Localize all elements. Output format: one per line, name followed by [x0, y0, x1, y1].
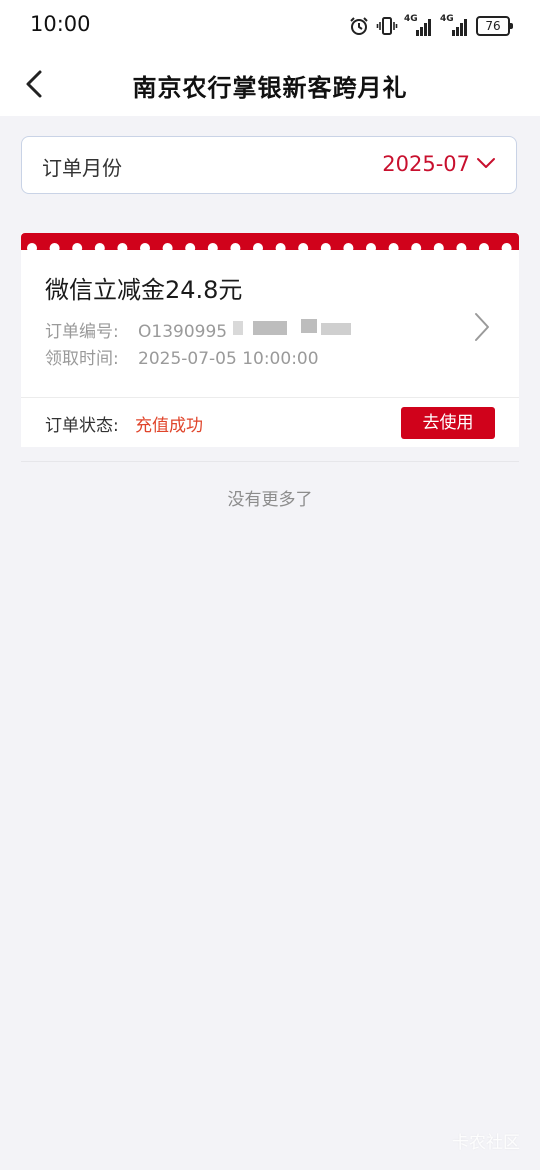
chevron-right-icon[interactable]	[473, 312, 491, 342]
redaction-mark	[321, 323, 351, 335]
battery-indicator: 76	[476, 16, 513, 36]
order-card[interactable]: 微信立减金24.8元 订单编号: O1390995 领取时间: 2025-07-05…	[21, 233, 519, 447]
band-dot	[117, 243, 128, 250]
claim-time-row: 领取时间: 2025-07-05 10:00:00	[45, 344, 319, 369]
use-button[interactable]: 去使用	[401, 407, 495, 439]
status-icons: 4G 4G 76	[348, 14, 513, 38]
band-dot	[343, 243, 354, 250]
band-dot	[275, 243, 286, 250]
claim-time-value: 2025-07-05 10:00:00	[138, 349, 319, 369]
month-value: 2025-07	[382, 152, 470, 176]
band-dot	[433, 243, 444, 250]
band-dot	[207, 243, 218, 250]
band-dot	[185, 243, 196, 250]
band-dot	[298, 243, 309, 250]
order-title: 微信立减金24.8元	[45, 276, 243, 304]
order-number-row: 订单编号: O1390995	[45, 317, 227, 342]
cell-signal-icon: 4G	[440, 14, 470, 36]
status-bar: 10:00 4G 4G 76	[0, 0, 540, 52]
order-number-value: O1390995	[138, 322, 228, 342]
redaction-mark	[253, 321, 287, 335]
band-dot	[320, 243, 331, 250]
card-divider	[21, 397, 519, 398]
band-dot	[388, 243, 399, 250]
band-dot	[479, 243, 489, 250]
watermark: 卡农社区	[452, 1133, 520, 1153]
list-separator	[21, 461, 519, 462]
cell-signal-icon: 4G	[404, 14, 434, 36]
vibrate-icon	[376, 15, 398, 37]
claim-time-label: 领取时间:	[45, 349, 119, 369]
band-dot	[230, 243, 241, 250]
month-label: 订单月份	[42, 156, 122, 180]
page-title: 南京农行掌银新客跨月礼	[132, 74, 408, 102]
band-dot	[162, 243, 173, 250]
nav-bar: 南京农行掌银新客跨月礼	[0, 52, 540, 116]
band-dot	[411, 243, 422, 250]
band-dot	[456, 243, 467, 250]
network-type-label: 4G	[440, 14, 454, 24]
redaction-mark	[301, 319, 317, 333]
band-dot	[27, 243, 37, 250]
card-header-band	[21, 233, 519, 250]
band-dot	[501, 243, 512, 250]
band-dot	[366, 243, 376, 250]
order-status-label: 订单状态:	[45, 416, 119, 436]
alarm-clock-icon	[348, 15, 370, 37]
order-status-value: 充值成功	[135, 416, 203, 436]
band-dot	[49, 243, 60, 250]
chevron-down-icon	[477, 158, 495, 168]
band-dot	[140, 243, 150, 250]
list-end-text: 没有更多了	[227, 490, 313, 510]
status-time: 10:00	[30, 12, 91, 36]
month-selector[interactable]: 订单月份 2025-07	[21, 136, 517, 194]
order-number-label: 订单编号:	[45, 322, 119, 342]
network-type-label: 4G	[404, 14, 418, 24]
band-dot	[94, 243, 105, 250]
band-dot	[72, 243, 83, 250]
band-dot	[253, 243, 263, 250]
redaction-mark	[233, 321, 243, 335]
